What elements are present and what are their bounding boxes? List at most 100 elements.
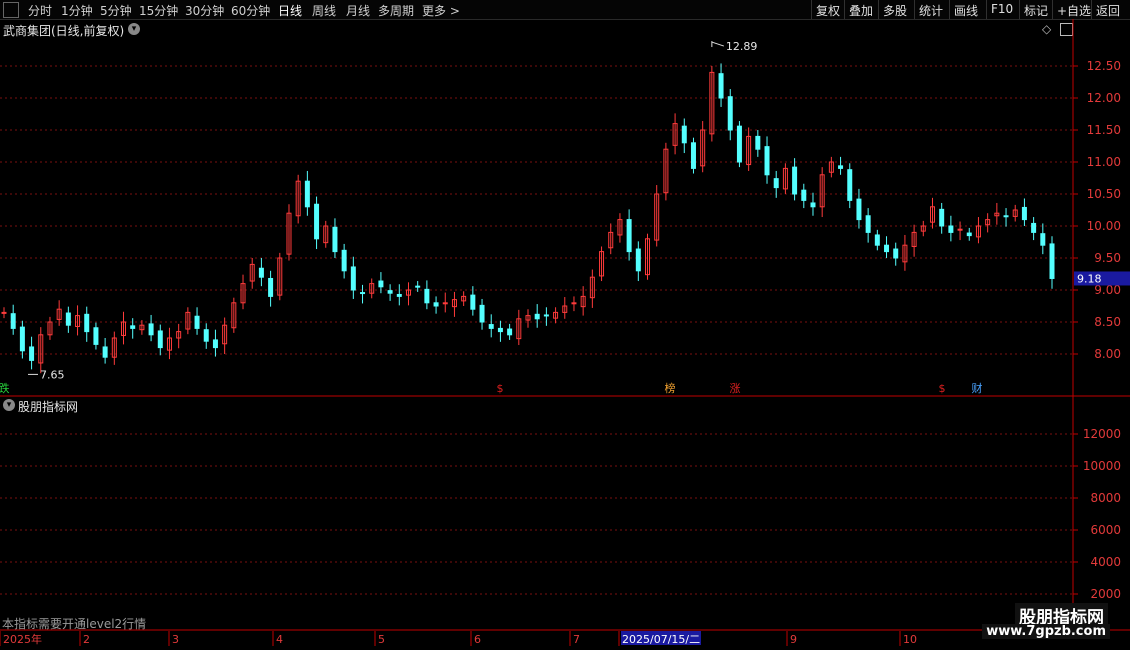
indicator-tick-label: 2000 <box>1090 587 1121 601</box>
candle-body <box>130 325 136 329</box>
candle-body <box>626 219 632 253</box>
candle-body <box>203 329 209 342</box>
candle-body <box>10 313 16 329</box>
candle-body <box>433 302 439 307</box>
candle-body <box>810 202 816 208</box>
time-cursor-label: 2025/07/15/二 <box>622 633 700 646</box>
low-price-label: 7.65 <box>40 368 65 381</box>
event-marker: 财 <box>972 381 983 395</box>
indicator-tick-label: 8000 <box>1090 491 1121 505</box>
candle-body <box>497 327 503 333</box>
candle-body <box>19 326 25 352</box>
price-tick-label: 12.50 <box>1087 59 1121 73</box>
price-tick-label: 8.00 <box>1094 347 1121 361</box>
candle-body <box>1021 206 1027 221</box>
candle-body <box>801 189 807 201</box>
time-label: 2 <box>83 633 90 646</box>
indicator-tick-label: 12000 <box>1083 427 1121 441</box>
candle-body <box>396 293 402 297</box>
indicator-tick-label: 4000 <box>1090 555 1121 569</box>
event-marker: 榜 <box>665 381 676 395</box>
candle-body <box>102 346 108 358</box>
candle-body <box>157 330 163 349</box>
time-label: 6 <box>474 633 481 646</box>
event-marker: 跌 <box>0 381 10 395</box>
candle-body <box>893 248 899 259</box>
candle-body <box>1003 215 1009 218</box>
candle-body <box>479 304 485 323</box>
candle-body <box>304 180 310 208</box>
candle-body <box>939 208 945 227</box>
candlestick-chart[interactable]: 12.5012.0011.5011.0010.5010.009.509.008.… <box>0 0 1130 650</box>
time-label: 9 <box>790 633 797 646</box>
indicator-tick-label: 6000 <box>1090 523 1121 537</box>
candle-body <box>681 125 687 144</box>
candle-body <box>341 249 347 272</box>
candle-body <box>258 267 264 278</box>
candle-body <box>847 169 853 201</box>
candle-body <box>29 346 35 361</box>
candle-body <box>838 165 844 169</box>
candle-body <box>727 96 733 131</box>
indicator-tick-label: 10000 <box>1083 459 1121 473</box>
candle-body <box>148 323 154 336</box>
price-tick-label: 10.00 <box>1087 219 1121 233</box>
candle-body <box>773 178 779 189</box>
candle-body <box>948 225 954 233</box>
time-label: 3 <box>172 633 179 646</box>
time-label: 2025年 <box>3 632 42 646</box>
candle-body <box>360 292 366 295</box>
candle-body <box>957 228 963 231</box>
candle-body <box>350 266 356 291</box>
candle-body <box>635 248 641 272</box>
candle-body <box>194 315 200 329</box>
price-tick-label: 8.50 <box>1094 315 1121 329</box>
watermark-url: www.7gpzb.com <box>982 624 1110 639</box>
candle-body <box>874 234 880 246</box>
candle-body <box>1049 243 1055 279</box>
candle-body <box>571 302 577 305</box>
candle-body <box>966 232 972 237</box>
candle-body <box>442 302 448 305</box>
candle-body <box>792 166 798 195</box>
candle-body <box>1040 233 1046 246</box>
candle-body <box>212 339 218 349</box>
price-tick-label: 12.00 <box>1087 91 1121 105</box>
candle-body <box>65 312 71 326</box>
time-label: 5 <box>378 633 385 646</box>
time-label: 7 <box>573 633 580 646</box>
candle-body <box>856 198 862 221</box>
high-price-label: 12.89 <box>726 40 758 53</box>
price-tick-label: 10.50 <box>1087 187 1121 201</box>
candle-body <box>1 311 7 314</box>
time-label: 4 <box>276 633 283 646</box>
candle-body <box>332 226 338 253</box>
candle-body <box>736 125 742 163</box>
candle-body <box>268 277 274 297</box>
candle-body <box>415 285 421 288</box>
candle-body <box>84 313 90 333</box>
candle-body <box>534 313 540 320</box>
candle-body <box>543 314 549 317</box>
candle-body <box>387 290 393 294</box>
candle-body <box>884 244 890 253</box>
price-tick-label: 11.50 <box>1087 123 1121 137</box>
candle-body <box>314 203 320 240</box>
price-tick-label: 9.50 <box>1094 251 1121 265</box>
candle-body <box>470 294 476 310</box>
candle-body <box>764 146 770 176</box>
high-marker-arrow <box>711 41 725 47</box>
candle-body <box>424 288 430 304</box>
candle-body <box>93 327 99 345</box>
candle-body <box>1031 222 1037 233</box>
event-marker: $ <box>497 382 504 395</box>
candle-body <box>690 142 696 169</box>
candle-body <box>488 324 494 329</box>
candle-body <box>755 135 761 150</box>
candle-body <box>718 73 724 99</box>
price-tick-label: 11.00 <box>1087 155 1121 169</box>
candle-body <box>378 280 384 288</box>
event-marker: $ <box>939 382 946 395</box>
time-label: 10 <box>903 633 917 646</box>
event-marker: 涨 <box>730 382 741 395</box>
